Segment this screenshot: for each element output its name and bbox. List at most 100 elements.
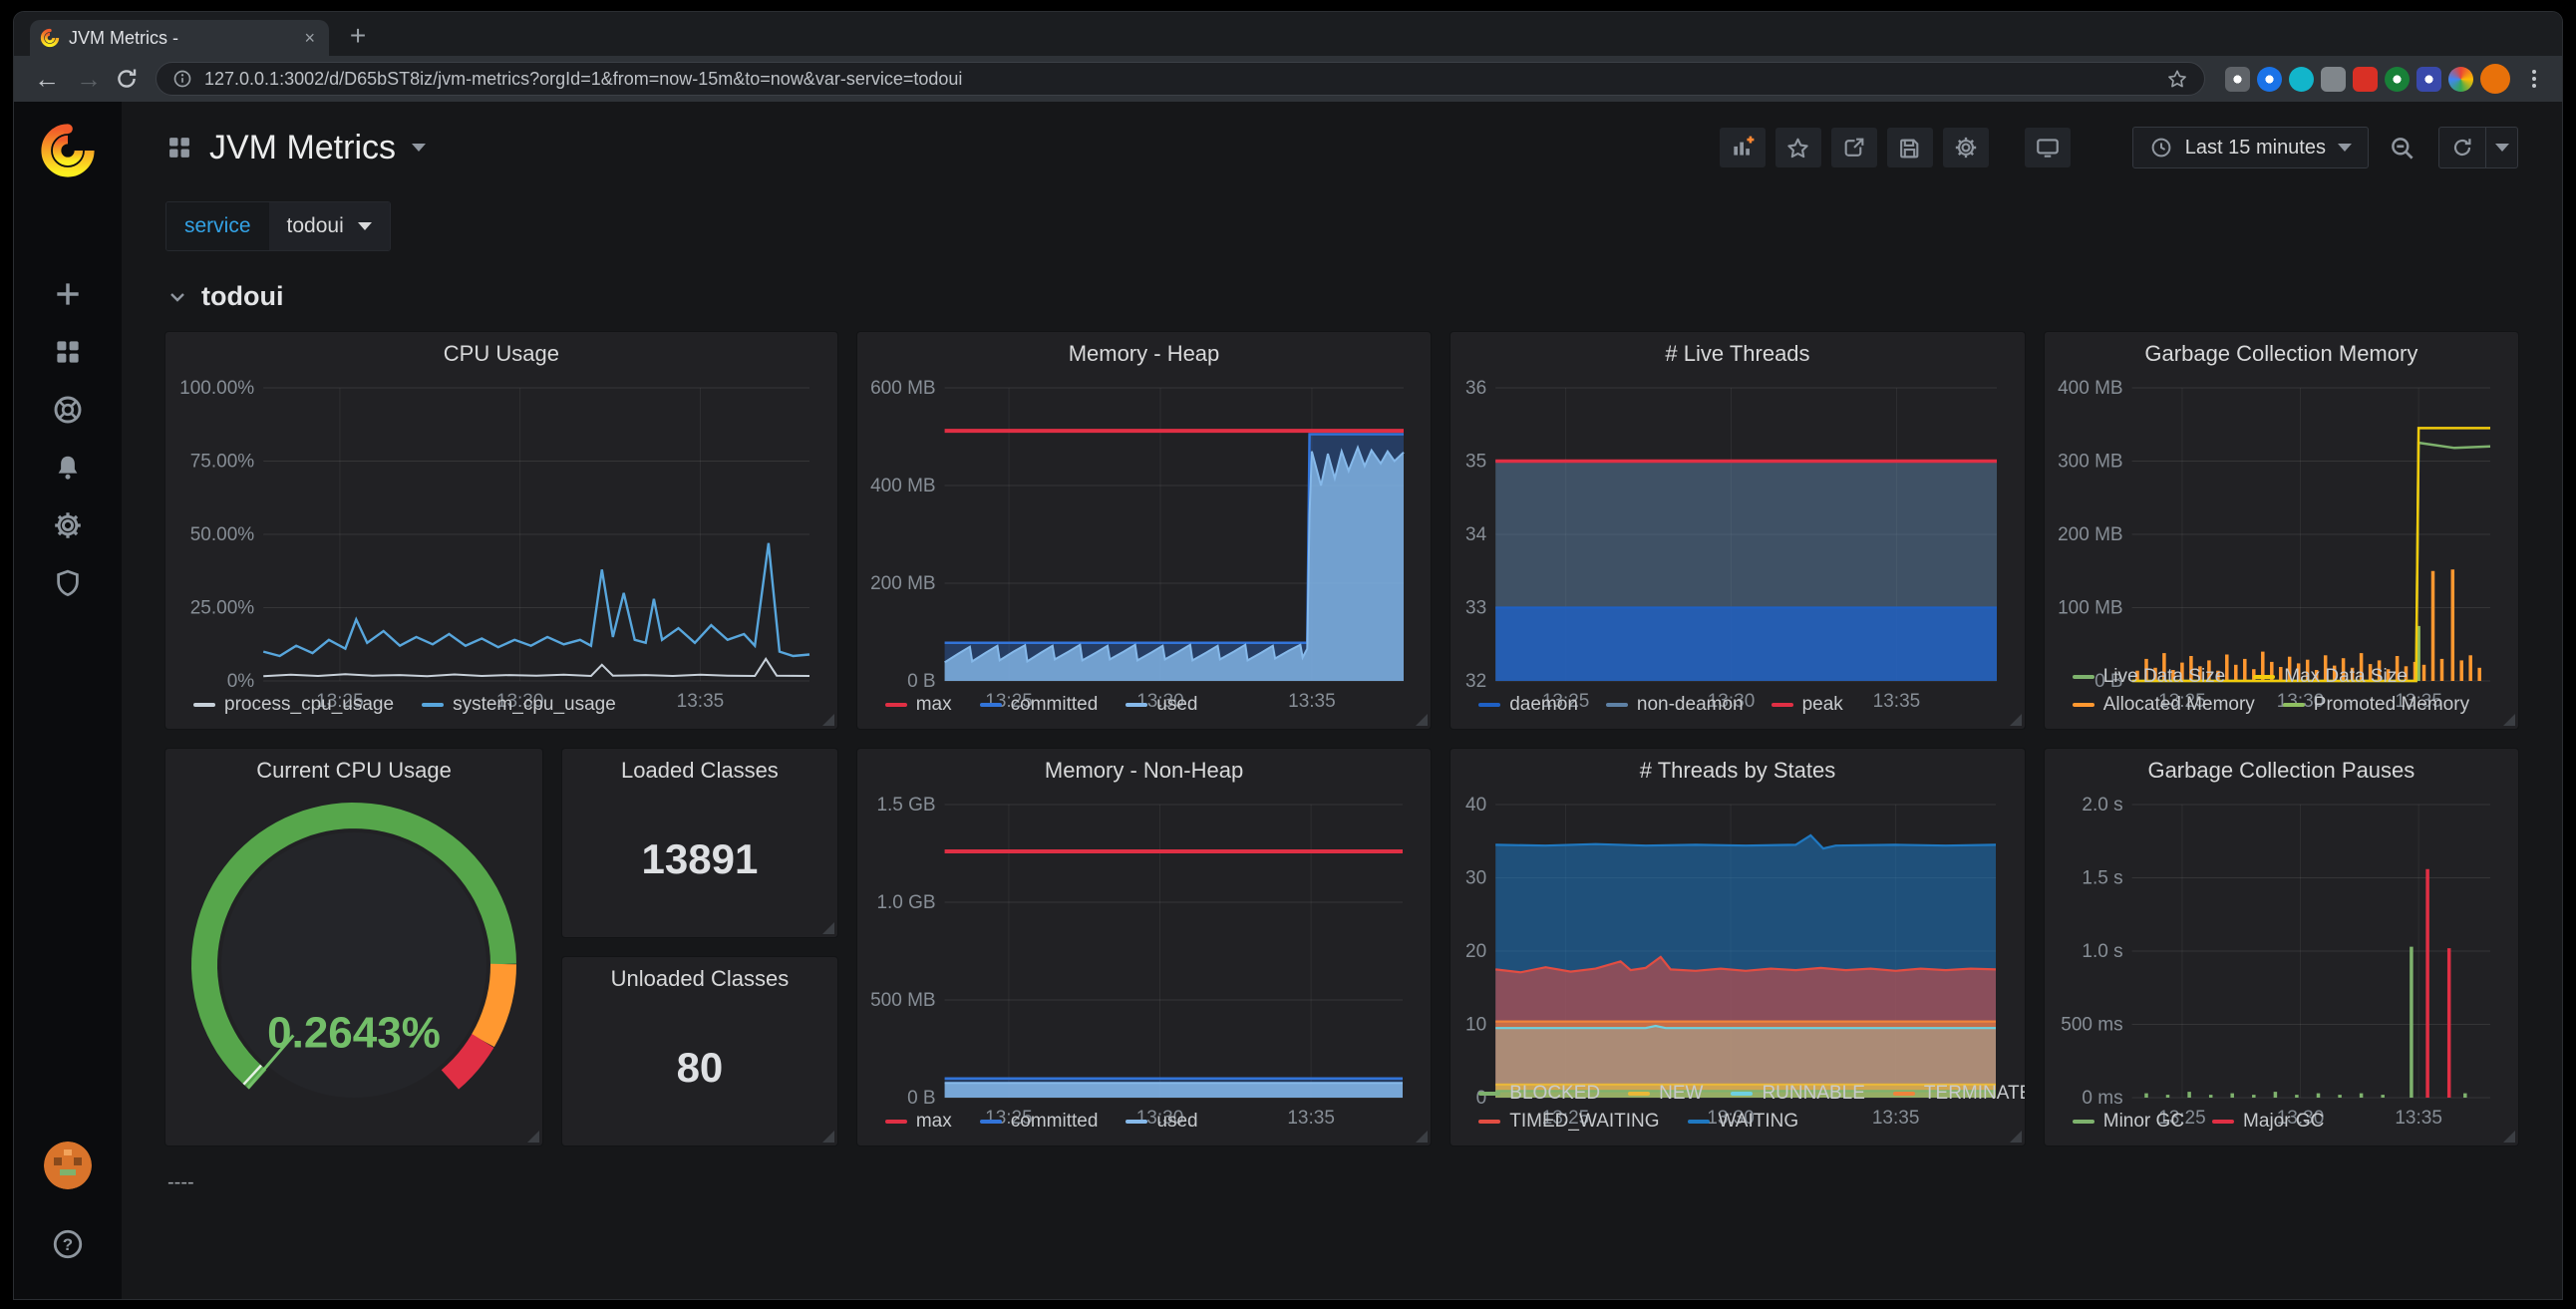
extension-icon[interactable] bbox=[2385, 67, 2410, 92]
memory-non-heap-chart[interactable]: 0 B500 MB1.0 GB1.5 GB13:2513:3013:35 bbox=[865, 793, 1423, 1106]
bookmark-star-icon[interactable] bbox=[2166, 68, 2188, 90]
save-dashboard-button[interactable] bbox=[1887, 128, 1933, 167]
back-button[interactable]: ← bbox=[30, 62, 64, 96]
legend-item[interactable]: committed bbox=[980, 691, 1099, 719]
legend-swatch-icon bbox=[1478, 1120, 1500, 1124]
sidebar-item-explore[interactable] bbox=[37, 381, 99, 439]
panel-title[interactable]: Current CPU Usage bbox=[165, 749, 542, 793]
extension-icon[interactable] bbox=[2321, 67, 2346, 92]
sidebar-item-create[interactable] bbox=[37, 265, 99, 323]
browser-tab[interactable]: JVM Metrics - × bbox=[30, 20, 329, 56]
cpu-usage-chart[interactable]: 0%25.00%50.00%75.00%100.00%13:2513:3013:… bbox=[173, 376, 829, 689]
legend-item[interactable]: Promoted Memory bbox=[2283, 691, 2469, 719]
legend-item[interactable]: TERMINATED bbox=[1893, 1080, 2025, 1108]
refresh-controls bbox=[2438, 127, 2518, 168]
legend-item[interactable]: process_cpu_usage bbox=[193, 691, 394, 719]
svg-text:300 MB: 300 MB bbox=[2058, 452, 2122, 473]
legend-swatch-icon bbox=[1478, 703, 1500, 707]
dashboard-title[interactable]: JVM Metrics bbox=[209, 129, 396, 167]
legend-item[interactable]: Max Data Size bbox=[2253, 663, 2408, 691]
panel-title[interactable]: Memory - Non-Heap bbox=[857, 749, 1431, 793]
legend-item[interactable]: Minor GC bbox=[2073, 1108, 2184, 1136]
sidebar-item-server-admin[interactable] bbox=[37, 554, 99, 612]
svg-text:20: 20 bbox=[1465, 941, 1486, 962]
sidebar-item-configuration[interactable] bbox=[37, 496, 99, 554]
extension-icon[interactable] bbox=[2416, 67, 2441, 92]
extension-icon[interactable] bbox=[2225, 67, 2250, 92]
legend-item[interactable]: system_cpu_usage bbox=[422, 691, 616, 719]
legend-item[interactable]: TIMED_WAITING bbox=[1478, 1108, 1659, 1136]
share-dashboard-button[interactable] bbox=[1831, 128, 1877, 167]
gc-memory-chart[interactable]: 0 B100 MB200 MB300 MB400 MB13:2513:3013:… bbox=[2053, 376, 2510, 661]
threads-by-states-chart[interactable]: 01020304013:2513:3013:35 bbox=[1458, 793, 2016, 1078]
legend-item[interactable]: daemon bbox=[1478, 691, 1578, 719]
legend-item[interactable]: BLOCKED bbox=[1478, 1080, 1600, 1108]
add-panel-button[interactable] bbox=[1720, 128, 1766, 167]
extension-icon[interactable] bbox=[2289, 67, 2314, 92]
legend-item[interactable]: used bbox=[1126, 691, 1197, 719]
panel-title[interactable]: Loaded Classes bbox=[562, 749, 837, 793]
panel-title[interactable]: Memory - Heap bbox=[857, 332, 1432, 376]
tab-close-icon[interactable]: × bbox=[300, 28, 319, 49]
new-tab-button[interactable]: + bbox=[341, 21, 375, 51]
row-header-todoui[interactable]: todoui bbox=[122, 251, 2562, 312]
legend-item[interactable]: NEW bbox=[1628, 1080, 1703, 1108]
legend-item[interactable]: max bbox=[885, 691, 952, 719]
extension-icon[interactable] bbox=[2353, 67, 2378, 92]
legend-item[interactable]: Allocated Memory bbox=[2073, 691, 2255, 719]
dashboard-title-caret-icon[interactable] bbox=[412, 144, 426, 152]
cpu-gauge[interactable]: 0.2643% bbox=[165, 793, 542, 1145]
url-text[interactable]: 127.0.0.1:3002/d/D65bST8iz/jvm-metrics?o… bbox=[204, 69, 2154, 90]
dashboard-settings-button[interactable] bbox=[1943, 128, 1989, 167]
cycle-view-button[interactable] bbox=[2025, 128, 2071, 167]
live-threads-chart[interactable]: 323334353613:2513:3013:35 bbox=[1458, 376, 2017, 689]
profile-avatar[interactable] bbox=[2480, 64, 2510, 94]
legend-item[interactable]: WAITING bbox=[1688, 1108, 1799, 1136]
legend-item[interactable]: max bbox=[885, 1108, 952, 1136]
legend-swatch-icon bbox=[1126, 703, 1147, 707]
legend-swatch-icon bbox=[1126, 1120, 1147, 1124]
address-bar[interactable]: 127.0.0.1:3002/d/D65bST8iz/jvm-metrics?o… bbox=[156, 62, 2205, 96]
legend-label: BLOCKED bbox=[1509, 1080, 1600, 1108]
user-avatar[interactable] bbox=[44, 1142, 92, 1189]
forward-button[interactable]: → bbox=[72, 62, 106, 96]
legend-item[interactable]: peak bbox=[1771, 691, 1843, 719]
variable-label: service bbox=[166, 202, 269, 250]
browser-menu-icon[interactable] bbox=[2522, 67, 2546, 91]
tab-strip: JVM Metrics - × + bbox=[14, 12, 2562, 56]
extension-icon[interactable] bbox=[2257, 67, 2282, 92]
chart-legend: Minor GC Major GC bbox=[2045, 1106, 2518, 1145]
site-info-icon[interactable] bbox=[172, 69, 192, 89]
svg-text:500 MB: 500 MB bbox=[870, 990, 935, 1011]
legend-item[interactable]: used bbox=[1126, 1108, 1197, 1136]
panel-row-2: Current CPU Usage 0.2643% Loaded Classes… bbox=[165, 749, 2518, 1145]
reload-button[interactable] bbox=[114, 66, 140, 92]
extension-icon[interactable] bbox=[2448, 67, 2473, 92]
gc-pauses-chart[interactable]: 0 ms500 ms1.0 s1.5 s2.0 s13:2513:3013:35 bbox=[2053, 793, 2510, 1106]
legend-swatch-icon bbox=[980, 1120, 1002, 1124]
legend-item[interactable]: Live Data Size bbox=[2073, 663, 2226, 691]
zoom-out-button[interactable] bbox=[2379, 128, 2424, 167]
star-dashboard-button[interactable] bbox=[1775, 128, 1821, 167]
grafana-logo[interactable] bbox=[39, 122, 97, 179]
memory-heap-chart[interactable]: 0 B200 MB400 MB600 MB13:2513:3013:35 bbox=[865, 376, 1424, 689]
legend-item[interactable]: RUNNABLE bbox=[1731, 1080, 1864, 1108]
legend-item[interactable]: committed bbox=[980, 1108, 1099, 1136]
legend-item[interactable]: Major GC bbox=[2212, 1108, 2324, 1136]
legend-label: Promoted Memory bbox=[2314, 691, 2469, 719]
panel-title[interactable]: # Live Threads bbox=[1450, 332, 2025, 376]
grafana-favicon-icon bbox=[40, 28, 60, 48]
sidebar-item-dashboards[interactable] bbox=[37, 323, 99, 381]
refresh-interval-dropdown[interactable] bbox=[2486, 127, 2518, 168]
panel-title[interactable]: Unloaded Classes bbox=[562, 957, 837, 1001]
refresh-button[interactable] bbox=[2438, 127, 2486, 168]
panel-title[interactable]: # Threads by States bbox=[1450, 749, 2024, 793]
sidebar-item-alerting[interactable] bbox=[37, 439, 99, 496]
panel-title[interactable]: Garbage Collection Memory bbox=[2045, 332, 2518, 376]
panel-title[interactable]: CPU Usage bbox=[165, 332, 837, 376]
panel-title[interactable]: Garbage Collection Pauses bbox=[2045, 749, 2518, 793]
time-picker[interactable]: Last 15 minutes bbox=[2132, 127, 2369, 168]
help-button[interactable]: ? bbox=[37, 1215, 99, 1273]
variable-value-dropdown[interactable]: todoui bbox=[269, 202, 390, 250]
legend-item[interactable]: non-deamon bbox=[1606, 691, 1744, 719]
